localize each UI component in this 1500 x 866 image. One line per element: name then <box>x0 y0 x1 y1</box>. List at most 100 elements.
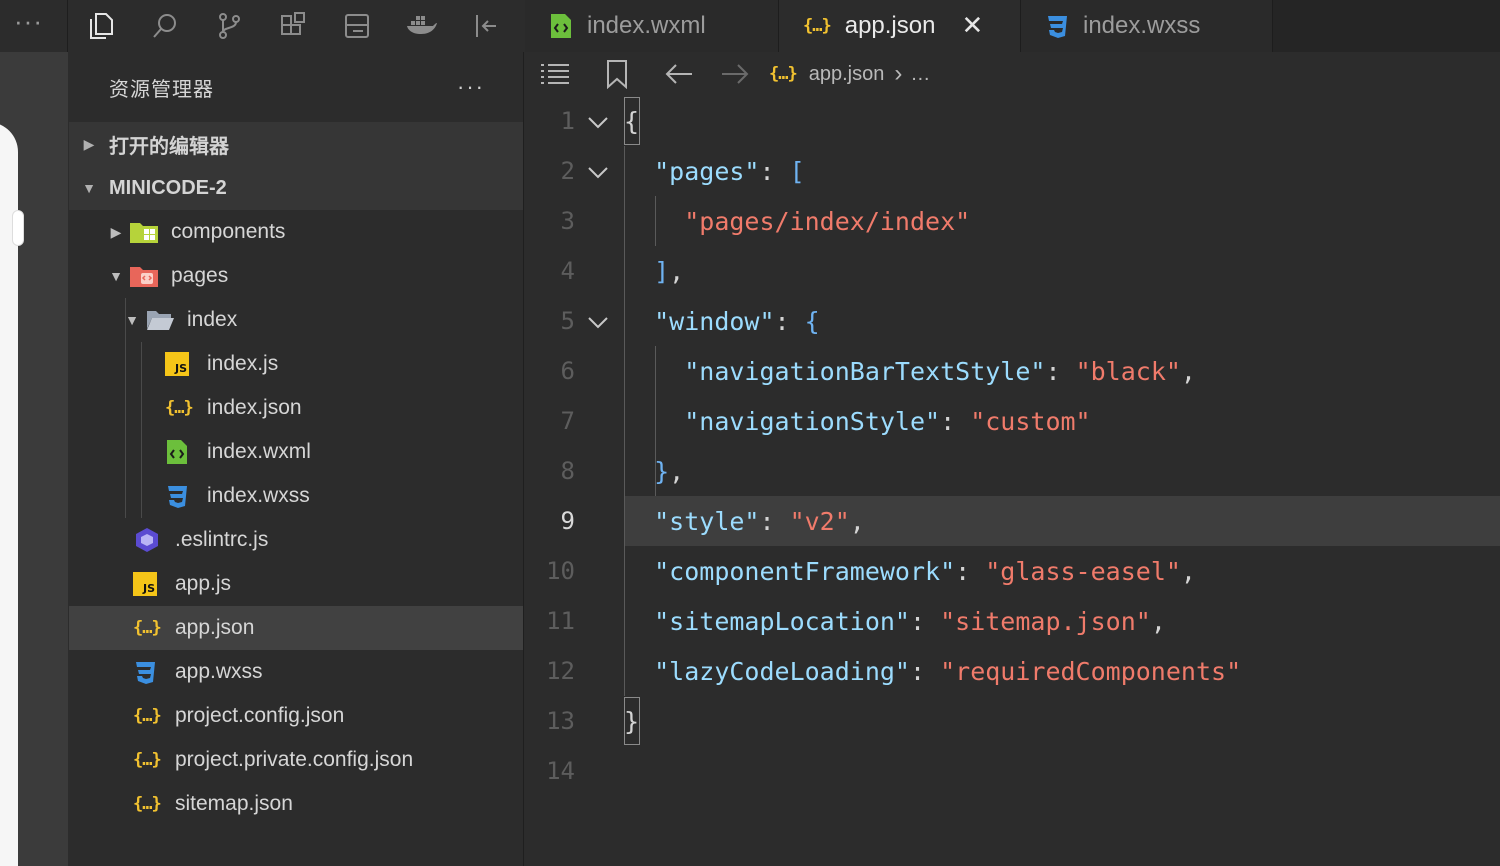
tab-label: app.json <box>844 12 936 39</box>
extensions-icon[interactable] <box>261 0 325 52</box>
close-icon[interactable]: ✕ <box>961 11 983 41</box>
code-line[interactable]: 13} <box>525 696 1500 746</box>
json-icon: {…} <box>803 16 832 36</box>
code-line[interactable]: 4 ], <box>525 246 1500 296</box>
code-line[interactable]: 10 "componentFramework": "glass-easel", <box>525 546 1500 596</box>
code-line[interactable]: 6 "navigationBarTextStyle": "black", <box>525 346 1500 396</box>
code-token: "glass-easel" <box>985 556 1181 586</box>
fold-chevron-icon[interactable] <box>587 107 609 136</box>
tree-item[interactable]: {…} index.json <box>69 386 523 430</box>
indent-guide <box>655 346 656 496</box>
tree-item-label: .eslintrc.js <box>175 528 269 551</box>
tab-index-wxss[interactable]: index.wxss <box>1021 0 1273 52</box>
tree-item[interactable]: {…} project.private.config.json <box>69 738 523 782</box>
tab-label: index.wxss <box>1083 12 1201 39</box>
bookmark-icon[interactable] <box>587 59 647 89</box>
search-icon[interactable] <box>133 0 197 52</box>
tree-item[interactable]: {…} project.config.json <box>69 694 523 738</box>
project-label: MINICODE-2 <box>109 176 227 199</box>
indent-guide <box>141 430 142 474</box>
tab-index-wxml[interactable]: index.wxml <box>525 0 779 52</box>
code-line[interactable]: 2 "pages": [ <box>525 146 1500 196</box>
explorer-icon[interactable] <box>69 0 133 52</box>
simulator-strip: ··· <box>0 0 68 866</box>
open-editors-section[interactable]: ▶ 打开的编辑器 <box>69 122 523 166</box>
code-line[interactable]: 14 <box>525 746 1500 796</box>
line-number: 13 <box>546 707 575 735</box>
tree-item[interactable]: {…} app.json <box>69 606 523 650</box>
outline-icon[interactable] <box>525 62 585 86</box>
tab-icon: {…} <box>803 16 832 36</box>
code-line[interactable]: 11 "sitemapLocation": "sitemap.json", <box>525 596 1500 646</box>
breadcrumb-rest[interactable]: … <box>910 63 930 86</box>
code-line[interactable]: 3 "pages/index/index" <box>525 196 1500 246</box>
folder-open-icon <box>145 307 175 333</box>
simulator-phone[interactable] <box>0 122 24 866</box>
code-token: { <box>804 306 820 336</box>
tree-item[interactable]: app.wxss <box>69 650 523 694</box>
code-line[interactable]: 9 "style": "v2", <box>561 496 1500 546</box>
tree-item-label: index.wxml <box>207 440 311 463</box>
wxml-icon <box>549 12 573 40</box>
chevron-down-icon[interactable]: ▼ <box>119 312 145 328</box>
tree-item-icon <box>133 657 167 687</box>
tree-item[interactable]: index.wxml <box>69 430 523 474</box>
layout-icon[interactable] <box>325 0 389 52</box>
indent-guide <box>141 386 142 430</box>
breadcrumb[interactable]: {…} app.json › … <box>769 60 930 88</box>
code-token: "componentFramework" <box>654 556 956 586</box>
fold-chevron-icon[interactable] <box>587 157 609 186</box>
code-token: "sitemap.json" <box>940 606 1151 636</box>
code-line[interactable]: 12 "lazyCodeLoading": "requiredComponent… <box>525 646 1500 696</box>
code-text: "pages": [ <box>624 157 805 186</box>
docker-icon[interactable] <box>389 0 453 52</box>
code-line[interactable]: 5 "window": { <box>525 296 1500 346</box>
tree-item-label: index.json <box>207 396 302 419</box>
code-line[interactable]: 7 "navigationStyle": "custom" <box>525 396 1500 446</box>
tab-app-json[interactable]: {…} app.json ✕ <box>779 0 1021 52</box>
js-icon: JS <box>133 572 157 596</box>
tree-item[interactable]: ▼ pages <box>69 254 523 298</box>
code-token: : <box>909 656 941 686</box>
tree-item[interactable]: JS app.js <box>69 562 523 606</box>
json-icon: {…} <box>165 398 194 418</box>
chevron-down-icon: ▼ <box>82 180 96 196</box>
chevron-right-icon[interactable]: ▶ <box>103 224 129 241</box>
tree-item-label: components <box>171 220 286 243</box>
tree-item[interactable]: {…} sitemap.json <box>69 782 523 826</box>
eslint-icon <box>133 526 161 554</box>
indent-guide <box>655 196 656 246</box>
tree-item-label: index <box>187 308 238 331</box>
tree-item-label: project.config.json <box>175 704 345 727</box>
tree-item-icon <box>165 481 199 511</box>
tree-item[interactable]: ▶ components <box>69 210 523 254</box>
tree-item-icon: {…} <box>165 393 199 423</box>
code-line[interactable]: 1{ <box>525 96 1500 146</box>
code-text: "navigationStyle": "custom" <box>624 407 1090 436</box>
breadcrumb-file[interactable]: app.json <box>809 63 885 86</box>
code-token: } <box>654 456 670 486</box>
forward-arrow-icon[interactable] <box>707 62 763 86</box>
tree-item[interactable]: index.wxss <box>69 474 523 518</box>
code-token: "window" <box>654 306 775 336</box>
back-arrow-icon[interactable] <box>651 62 707 86</box>
project-section[interactable]: ▼ MINICODE-2 <box>69 166 523 210</box>
chevron-down-icon[interactable]: ▼ <box>103 268 129 284</box>
tree-item-icon <box>165 437 199 467</box>
more-icon[interactable]: ··· <box>14 6 43 37</box>
code-line[interactable]: 8 }, <box>525 446 1500 496</box>
tree-item[interactable]: ▼ index <box>69 298 523 342</box>
tree-item[interactable]: .eslintrc.js <box>69 518 523 562</box>
explorer-more-button[interactable]: ··· <box>457 74 485 100</box>
fold-chevron-icon[interactable] <box>587 307 609 336</box>
collapse-panel-icon[interactable] <box>453 0 517 52</box>
tree-item[interactable]: JS index.js <box>69 342 523 386</box>
wxml-icon <box>165 438 189 466</box>
activity-bar <box>69 0 524 52</box>
phone-side-button[interactable] <box>12 210 24 246</box>
source-control-icon[interactable] <box>197 0 261 52</box>
code-editor[interactable]: 1{2 "pages": [3 "pages/index/index" 4 ], 5… <box>525 96 1500 866</box>
